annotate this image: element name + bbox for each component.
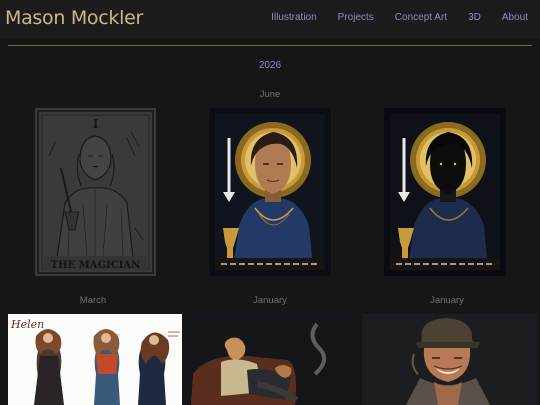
artwork-magician-color[interactable] bbox=[209, 108, 331, 276]
artwork-magician-sketch[interactable]: I THE MAGICIAN bbox=[35, 108, 156, 276]
caption-march: March bbox=[79, 295, 107, 306]
svg-text:—: — bbox=[116, 332, 120, 337]
magician-color-image bbox=[209, 108, 331, 276]
caption-january-1: January bbox=[253, 295, 287, 306]
year-heading: 2026 bbox=[258, 60, 282, 71]
card-title: THE MAGICIAN bbox=[51, 260, 141, 271]
artwork-magician-shadow[interactable] bbox=[384, 108, 506, 276]
nav-concept-art[interactable]: Concept Art bbox=[395, 12, 447, 23]
caption-june: June bbox=[259, 89, 281, 100]
character-turnaround-image: Helen — bbox=[8, 314, 182, 405]
artwork-character-turnaround[interactable]: Helen — bbox=[8, 314, 182, 405]
header-divider bbox=[8, 45, 532, 46]
site-title[interactable]: Mason Mockler bbox=[5, 7, 143, 29]
nav-3d[interactable]: 3D bbox=[468, 12, 481, 23]
site-header: Mason Mockler Illustration Projects Conc… bbox=[0, 0, 540, 38]
nav-illustration[interactable]: Illustration bbox=[271, 12, 317, 23]
artwork-seated-figures[interactable] bbox=[187, 314, 353, 405]
nav-projects[interactable]: Projects bbox=[338, 12, 374, 23]
turnaround-signature: Helen bbox=[10, 318, 44, 331]
magician-sketch-image: I THE MAGICIAN bbox=[35, 108, 156, 276]
artwork-cap-portrait[interactable] bbox=[362, 314, 537, 405]
card-numeral: I bbox=[93, 117, 99, 131]
seated-figures-image bbox=[187, 314, 353, 405]
nav-about[interactable]: About bbox=[502, 12, 528, 23]
main-nav: Illustration Projects Concept Art 3D Abo… bbox=[250, 12, 528, 23]
cap-portrait-image bbox=[362, 314, 537, 405]
caption-january-2: January bbox=[430, 295, 464, 306]
magician-shadow-image bbox=[384, 108, 506, 276]
